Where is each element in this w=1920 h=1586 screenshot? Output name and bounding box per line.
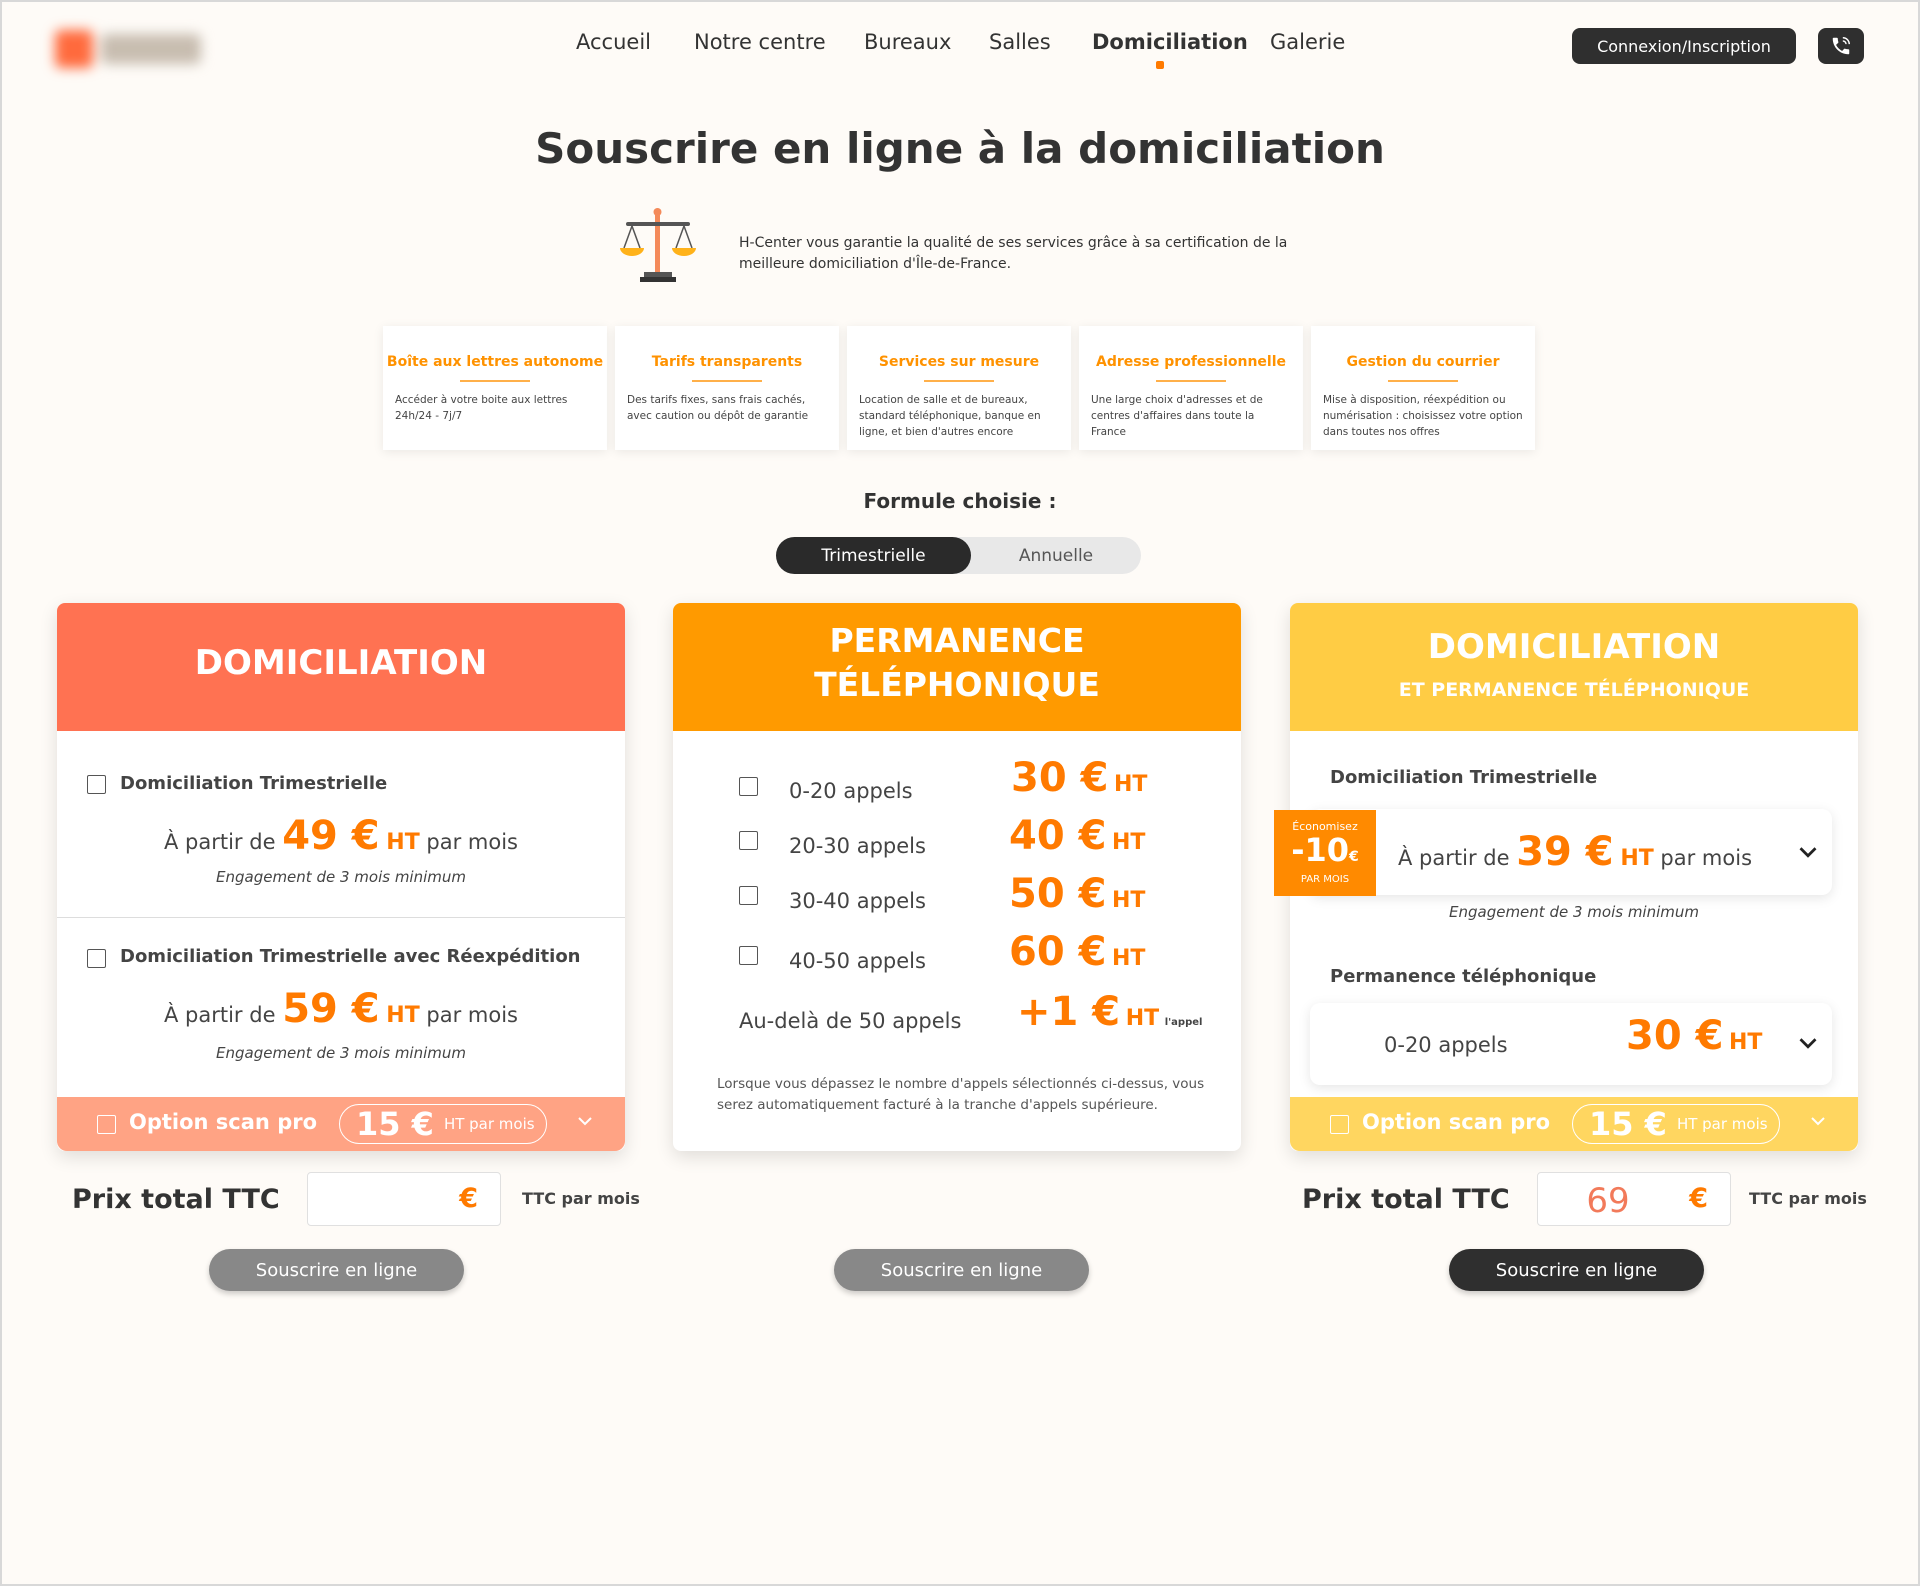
- chevron-down-icon[interactable]: [1798, 842, 1818, 862]
- nav-galerie[interactable]: Galerie: [1270, 30, 1345, 54]
- scan-price-pill: 15 € HT par mois: [339, 1104, 547, 1144]
- option-label: Domiciliation Trimestrielle avec Réexpéd…: [120, 946, 581, 967]
- feature-title: Tarifs transparents: [651, 354, 803, 370]
- option-label: Domiciliation Trimestrielle: [120, 773, 388, 794]
- scan-label: Option scan pro: [1362, 1110, 1551, 1134]
- feature-title: Adresse professionnelle: [1095, 354, 1287, 370]
- checkbox-tier[interactable]: [739, 777, 758, 796]
- combo-dom-select[interactable]: À partir de 39 € HT par mois: [1310, 809, 1832, 895]
- total-unit: TTC par mois: [522, 1189, 640, 1208]
- tier-price: 30 € HT: [1011, 755, 1148, 801]
- card-subtitle: ET PERMANENCE TÉLÉPHONIQUE: [1398, 679, 1750, 701]
- active-nav-indicator: [1156, 61, 1164, 69]
- extra-price: +1 € HT l'appel: [1017, 989, 1203, 1035]
- card-combo: DOMICILIATION ET PERMANENCE TÉLÉPHONIQUE…: [1274, 603, 1858, 1151]
- feature-card: Tarifs transparents Des tarifs fixes, sa…: [615, 326, 839, 450]
- feature-desc: Mise à disposition, réexpédition ou numé…: [1323, 394, 1523, 438]
- combo-dom-label: Domiciliation Trimestrielle: [1330, 767, 1598, 788]
- feature-title: Gestion du courrier: [1346, 354, 1500, 370]
- option-scan-bar[interactable]: Option scan pro 15 € HT par mois: [57, 1097, 625, 1151]
- feature-desc: Accéder à votre boite aux lettres 24h/24…: [395, 394, 568, 422]
- subscribe-button[interactable]: Souscrire en ligne: [1449, 1249, 1704, 1291]
- card-title: DOMICILIATION: [1427, 627, 1721, 667]
- feature-card: Gestion du courrier Mise à disposition, …: [1311, 326, 1535, 450]
- combo-perm-select[interactable]: 0-20 appels 30 € HT: [1310, 1003, 1832, 1085]
- formule-toggle[interactable]: Trimestrielle Annuelle: [776, 537, 1141, 574]
- feature-title: Boîte aux lettres autonome: [386, 354, 604, 370]
- login-button[interactable]: Connexion/Inscription: [1572, 28, 1796, 64]
- engagement-text: Engagement de 3 mois minimum: [216, 868, 466, 886]
- tier-label: 0-20 appels: [789, 779, 913, 803]
- total-label: Prix total TTC: [72, 1184, 280, 1215]
- chevron-down-icon[interactable]: [577, 1113, 593, 1129]
- tier-price: 30 € HT: [1626, 1013, 1763, 1059]
- feature-desc: Des tarifs fixes, sans frais cachés, ave…: [627, 394, 809, 422]
- card-title: DOMICILIATION: [194, 643, 488, 683]
- extra-label: Au-delà de 50 appels: [739, 1009, 962, 1033]
- scan-label: Option scan pro: [129, 1110, 318, 1134]
- checkbox-dom-reexp[interactable]: [87, 949, 106, 968]
- tier-price: 60 € HT: [1009, 929, 1146, 975]
- phone-button[interactable]: [1818, 28, 1864, 64]
- tier-label: 20-30 appels: [789, 834, 926, 858]
- total-unit: TTC par mois: [1749, 1189, 1867, 1208]
- feature-card: Boîte aux lettres autonome Accéder à vot…: [383, 326, 607, 450]
- tier-label: 0-20 appels: [1384, 1033, 1508, 1057]
- tier-label: 30-40 appels: [789, 889, 926, 913]
- tier-price: 50 € HT: [1009, 871, 1146, 917]
- checkbox-tier[interactable]: [739, 831, 758, 850]
- card-header: DOMICILIATION: [57, 603, 625, 731]
- card-permanence: PERMANENCE TÉLÉPHONIQUE 0-20 appels 30 €…: [673, 603, 1241, 1151]
- tier-price: 40 € HT: [1009, 813, 1146, 859]
- phone-icon: [1832, 37, 1850, 55]
- checkbox-tier[interactable]: [739, 886, 758, 905]
- option-scan-bar[interactable]: Option scan pro 15 € HT par mois: [1290, 1097, 1858, 1151]
- chevron-down-icon[interactable]: [1810, 1113, 1826, 1129]
- divider: [57, 917, 625, 918]
- discount-badge: Économisez -10€ PAR MOIS: [1274, 810, 1376, 896]
- permanence-note: Lorsque vous dépassez le nombre d'appels…: [717, 1076, 1205, 1113]
- card-header: DOMICILIATION ET PERMANENCE TÉLÉPHONIQUE: [1290, 603, 1858, 731]
- nav-domiciliation[interactable]: Domiciliation: [1092, 30, 1248, 54]
- engagement-text: Engagement de 3 mois minimum: [216, 1044, 466, 1062]
- total-label: Prix total TTC: [1302, 1184, 1510, 1215]
- chevron-down-icon[interactable]: [1798, 1033, 1818, 1053]
- checkbox-scan[interactable]: [97, 1115, 116, 1134]
- tier-label: 40-50 appels: [789, 949, 926, 973]
- formule-label: Formule choisie :: [863, 489, 1057, 513]
- subscribe-button[interactable]: Souscrire en ligne: [834, 1249, 1089, 1291]
- scan-price-pill: 15 € HT par mois: [1572, 1104, 1780, 1144]
- total-input[interactable]: 69 €: [1537, 1172, 1731, 1226]
- feature-card: Adresse professionnelle Une large choix …: [1079, 326, 1303, 450]
- card-title: TÉLÉPHONIQUE: [814, 665, 1100, 704]
- nav-notre-centre[interactable]: Notre centre: [694, 30, 826, 54]
- combo-perm-label: Permanence téléphonique: [1330, 966, 1597, 987]
- total-input[interactable]: €: [307, 1172, 501, 1226]
- scale-icon: [616, 206, 700, 284]
- nav-accueil[interactable]: Accueil: [576, 30, 651, 54]
- price-line: À partir de 39 € HT par mois: [1398, 829, 1753, 875]
- nav-salles[interactable]: Salles: [989, 30, 1051, 54]
- price-line: À partir de 59 € HT par mois: [163, 986, 518, 1032]
- page-title: Souscrire en ligne à la domiciliation: [535, 124, 1385, 173]
- feature-title: Services sur mesure: [878, 354, 1040, 370]
- subscribe-button[interactable]: Souscrire en ligne: [209, 1249, 464, 1291]
- feature-desc: Une large choix d'adresses et de centres…: [1091, 394, 1263, 438]
- card-domiciliation: DOMICILIATION Domiciliation Trimestriell…: [57, 603, 625, 1151]
- checkbox-scan[interactable]: [1330, 1115, 1349, 1134]
- card-title: PERMANENCE: [829, 621, 1085, 660]
- intro-text: H-Center vous garantie la qualité de ses…: [739, 235, 1288, 272]
- feature-desc: Location de salle et de bureaux, standar…: [859, 394, 1041, 438]
- card-header: PERMANENCE TÉLÉPHONIQUE: [673, 603, 1241, 731]
- engagement-text: Engagement de 3 mois minimum: [1449, 903, 1699, 921]
- price-line: À partir de 49 € HT par mois: [163, 813, 518, 859]
- nav-bureaux[interactable]: Bureaux: [864, 30, 951, 54]
- checkbox-tier[interactable]: [739, 946, 758, 965]
- toggle-annuelle[interactable]: Annuelle: [971, 537, 1141, 574]
- feature-card: Services sur mesure Location de salle et…: [847, 326, 1071, 450]
- site-logo[interactable]: [55, 24, 205, 76]
- toggle-trimestrielle[interactable]: Trimestrielle: [776, 537, 971, 574]
- checkbox-dom-trim[interactable]: [87, 775, 106, 794]
